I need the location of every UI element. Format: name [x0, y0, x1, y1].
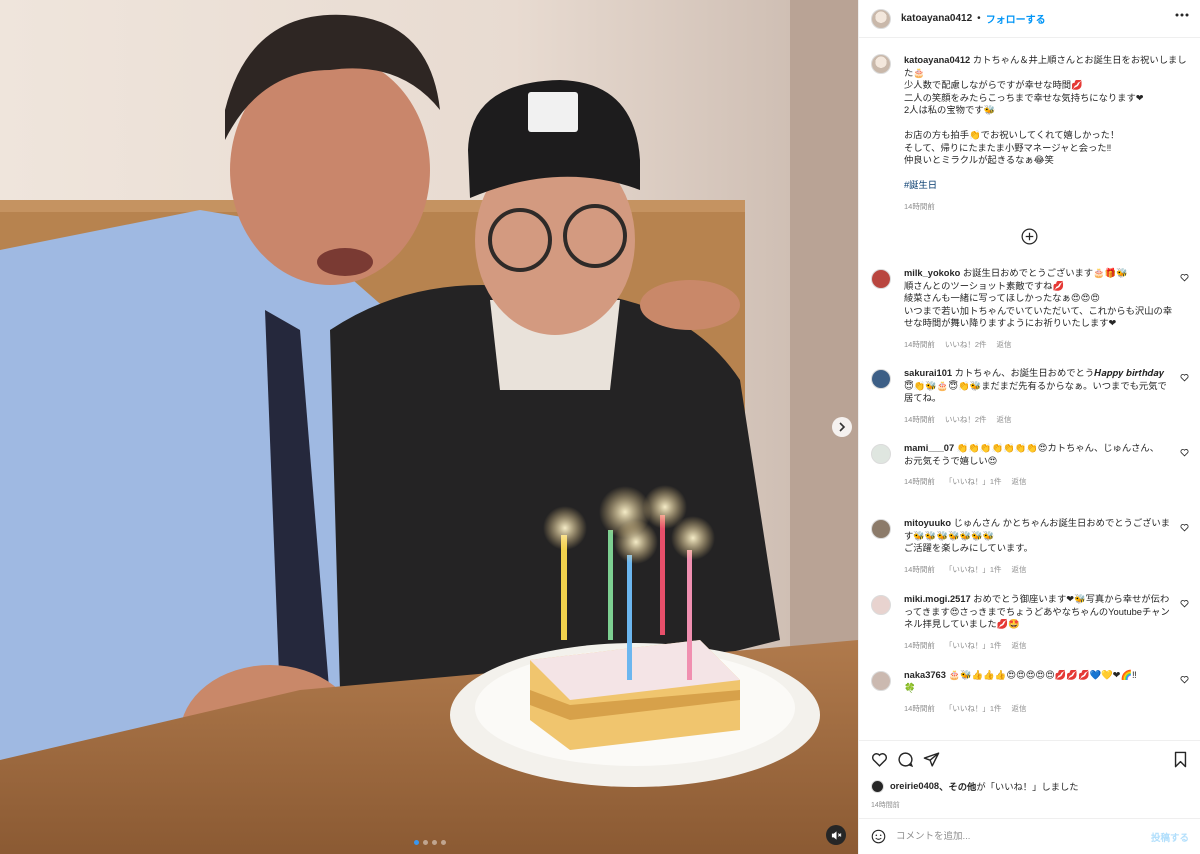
caption-time[interactable]: 14時間前: [904, 201, 1189, 214]
liked-by-username[interactable]: oreirie0408: [890, 781, 939, 791]
heart-outline-icon[interactable]: [1180, 273, 1189, 282]
heart-outline-icon[interactable]: [1180, 599, 1189, 608]
comment-likes-count[interactable]: 「いいね！」1件: [945, 476, 1002, 487]
author-username[interactable]: katoayana0412: [901, 13, 972, 24]
avatar[interactable]: [871, 595, 891, 615]
comment-time[interactable]: 14時間前: [904, 339, 935, 350]
next-slide-button[interactable]: [832, 417, 852, 437]
comment-username[interactable]: mami___07: [904, 443, 954, 453]
caption-line: 2人は私の宝物です🐝: [904, 105, 996, 115]
comment-time[interactable]: 14時間前: [904, 564, 935, 575]
avatar[interactable]: [871, 269, 891, 289]
comment-likes-count[interactable]: 「いいね！」1件: [945, 564, 1002, 575]
more-horizontal-icon[interactable]: [1175, 13, 1189, 17]
caption-line: そして、帰りにたまたま小野マネージャと会った‼: [904, 142, 1112, 153]
comment-bubble-icon[interactable]: [897, 751, 914, 768]
add-comment-bar: 投稿する: [859, 818, 1200, 854]
reply-button[interactable]: 返信: [1012, 564, 1027, 575]
comment-item: miki.mogi.2517 おめでとう御座います❤🐝写真から幸せが伝わってきま…: [871, 593, 1189, 651]
comment-time[interactable]: 14時間前: [904, 703, 935, 714]
avatar[interactable]: [871, 54, 891, 74]
avatar[interactable]: [871, 779, 884, 793]
reply-button[interactable]: 返信: [1012, 476, 1027, 487]
caption-username[interactable]: katoayana0412: [904, 55, 970, 65]
comment-username[interactable]: sakurai101: [904, 368, 952, 378]
slide-dot: [441, 840, 446, 845]
follow-button[interactable]: フォローする: [986, 11, 1046, 26]
comment-username[interactable]: naka3763: [904, 670, 946, 680]
comment-time[interactable]: 14時間前: [904, 476, 935, 487]
post-side-panel: katoayana0412 • フォローする katoayana0412 カトち…: [858, 0, 1200, 854]
bookmark-icon[interactable]: [1173, 751, 1188, 768]
comment-likes-count[interactable]: いいね！2件: [945, 414, 987, 425]
comment-input[interactable]: [896, 831, 1136, 842]
comment-item: milk_yokoko お誕生日おめでとうございます🎂🎁🐝 順さんとのツーショッ…: [871, 267, 1189, 350]
caption-line: 少人数で配慮しながらですが幸せな時間💋: [904, 80, 1083, 90]
heart-outline-icon[interactable]: [1180, 523, 1189, 532]
reply-button[interactable]: 返信: [1012, 703, 1027, 714]
heart-outline-icon[interactable]: [1180, 448, 1189, 457]
mute-toggle-button[interactable]: [826, 825, 846, 845]
comment-likes-count[interactable]: 「いいね！」1件: [945, 640, 1002, 651]
avatar[interactable]: [871, 671, 891, 691]
liked-by-others-link[interactable]: 、その他: [939, 779, 976, 793]
emoji-smile-icon[interactable]: [871, 829, 886, 844]
heart-outline-icon[interactable]: [1180, 675, 1189, 684]
avatar[interactable]: [871, 8, 891, 29]
post-comment-button[interactable]: 投稿する: [1151, 830, 1189, 844]
post-timestamp[interactable]: 14時間前: [871, 800, 900, 810]
comment-item: mitoyuuko じゅんさん かとちゃんお誕生日おめでとうございます🐝🐝🐝🐝🐝…: [871, 517, 1189, 575]
comment-time[interactable]: 14時間前: [904, 640, 935, 651]
separator-dot: •: [977, 13, 981, 24]
slide-dot: [423, 840, 428, 845]
caption-line: 仲良いとミラクルが起きるなぁ😂笑: [904, 155, 1054, 165]
comment-item: sakurai101 カトちゃん、お誕生日おめでとう𝑯𝒂𝒑𝒑𝒚 𝒃𝒊𝒓𝒕𝒉𝒅𝒂𝒚…: [871, 367, 1189, 425]
avatar[interactable]: [871, 519, 891, 539]
caption-line: 二人の笑顔をみたらこっちまで幸せな気持ちになります❤: [904, 92, 1144, 103]
avatar[interactable]: [871, 444, 891, 464]
reply-button[interactable]: 返信: [997, 339, 1012, 350]
liked-by-text: が「いいね！」しました: [976, 782, 1079, 792]
slide-dot: [432, 840, 437, 845]
post-header: katoayana0412 • フォローする: [859, 0, 1200, 38]
caption-line: お店の方も拍手👏でお祝いしてくれて嬉しかった！: [904, 130, 1120, 140]
caption-line: [904, 117, 1189, 130]
reply-button[interactable]: 返信: [1012, 640, 1027, 651]
comment-username[interactable]: miki.mogi.2517: [904, 594, 971, 604]
plus-circle-icon[interactable]: [1021, 228, 1038, 245]
comment-item: naka3763 🎂🐝👍👍👍😍😍😍😍😍💋💋💋💙💛❤🌈‼ 🍀 14時間前 「いいね！…: [871, 669, 1189, 714]
comment-likes-count[interactable]: 「いいね！」1件: [945, 703, 1002, 714]
avatar[interactable]: [871, 369, 891, 389]
heart-outline-icon[interactable]: [871, 751, 888, 768]
heart-outline-icon[interactable]: [1180, 373, 1189, 382]
comment-username[interactable]: milk_yokoko: [904, 268, 960, 278]
speaker-muted-icon: [831, 830, 841, 840]
hashtag-link[interactable]: #誕生日: [904, 179, 1189, 192]
liked-by-row: oreirie0408 、その他 が「いいね！」しました: [871, 779, 1079, 793]
comment-username[interactable]: mitoyuuko: [904, 518, 951, 528]
slide-indicator: [414, 840, 446, 845]
reply-button[interactable]: 返信: [997, 414, 1012, 425]
post-caption: katoayana0412 カトちゃん＆井上順さんとお誕生日をお祝いしました🎂 …: [871, 54, 1189, 214]
comment-likes-count[interactable]: いいね！2件: [945, 339, 987, 350]
paper-plane-icon[interactable]: [923, 751, 940, 768]
chevron-right-icon: [839, 422, 846, 432]
post-media[interactable]: [0, 0, 858, 854]
post-action-bar: [859, 740, 1200, 780]
comment-time[interactable]: 14時間前: [904, 414, 935, 425]
comment-item: mami___07 👏👏👏👏👏👏👏😍カトちゃん、じゅんさん、 お元気そうで嬉しい…: [871, 442, 1189, 487]
slide-dot: [414, 840, 419, 845]
comments-scroll-area[interactable]: katoayana0412 カトちゃん＆井上順さんとお誕生日をお祝いしました🎂 …: [859, 38, 1200, 738]
birthday-photo: [0, 0, 858, 854]
